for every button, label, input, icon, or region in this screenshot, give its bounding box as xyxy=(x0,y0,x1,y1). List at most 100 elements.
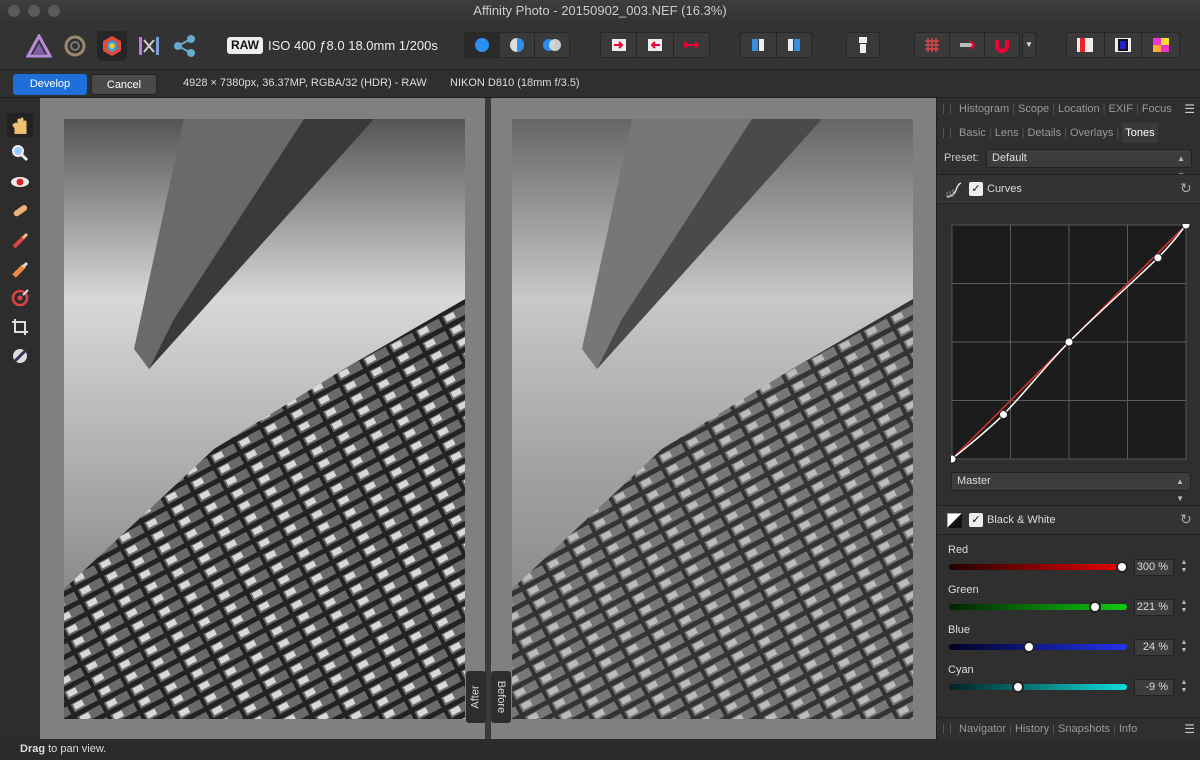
align-right-button[interactable] xyxy=(777,33,812,57)
align-group xyxy=(740,32,812,58)
preset-dropdown[interactable]: Default▲▼ xyxy=(986,149,1192,180)
channel-dropdown[interactable]: Master ▲ ▼ xyxy=(951,472,1191,503)
raw-badge: RAW xyxy=(227,37,263,54)
preset-label: Preset: xyxy=(944,152,979,164)
panel-grip-icon[interactable] xyxy=(943,724,951,734)
curves-checkbox[interactable]: ✓ xyxy=(969,182,983,196)
slider-stepper[interactable]: ▲ ▼ xyxy=(1178,559,1190,576)
slider-stepper[interactable]: ▲ ▼ xyxy=(1178,679,1190,696)
channel-group xyxy=(1066,32,1180,58)
tab-basic[interactable]: Basic xyxy=(959,127,986,139)
gradient-mask-icon[interactable] xyxy=(7,257,33,281)
slider-value-field[interactable]: 300 % xyxy=(1134,559,1174,576)
main-toolbar: RAW ISO 400 ƒ8.0 18.0mm 1/200s ▼ xyxy=(0,22,1200,70)
snapping-dropdown[interactable]: ▼ xyxy=(1022,32,1036,58)
context-toolbar: Develop Cancel 4928 × 7380px, 36.37MP, R… xyxy=(0,70,1200,98)
quick-mask-button[interactable] xyxy=(847,33,879,57)
slider-value-field[interactable]: 24 % xyxy=(1134,639,1174,656)
white-balance-tool-icon[interactable] xyxy=(7,344,33,368)
curves-label: Curves xyxy=(987,183,1022,195)
tab-details[interactable]: Details xyxy=(1027,127,1061,139)
align-left-button[interactable] xyxy=(741,33,777,57)
tab-navigator[interactable]: Navigator xyxy=(959,723,1006,735)
liquify-persona-icon[interactable] xyxy=(60,31,90,61)
panel-grip-icon[interactable] xyxy=(943,128,951,138)
curves-header: ✓ Curves ↻ xyxy=(937,174,1200,204)
slider-knob[interactable] xyxy=(1115,561,1128,573)
photo-persona-icon[interactable] xyxy=(24,31,54,61)
close-window-button[interactable] xyxy=(8,5,20,17)
curve-control-point[interactable] xyxy=(998,410,1008,420)
slider-label: Cyan xyxy=(948,664,974,676)
curve-control-point[interactable] xyxy=(1181,224,1191,230)
panel-menu-icon[interactable]: ☰ xyxy=(1184,102,1195,116)
develop-persona-icon[interactable] xyxy=(97,31,127,61)
hand-tool-icon[interactable] xyxy=(7,113,33,137)
slider-value-field[interactable]: -9 % xyxy=(1134,679,1174,696)
bw-label: Black & White xyxy=(987,514,1056,526)
canvas-area[interactable]: After Before xyxy=(40,98,936,739)
color-channel-button[interactable] xyxy=(1142,33,1179,57)
tab-location[interactable]: Location xyxy=(1058,103,1100,115)
tone-mapping-persona-icon[interactable] xyxy=(134,31,164,61)
top-tab-bar: Histogram | Scope | Location | EXIF | Focus … xyxy=(937,98,1200,120)
tab-overlays[interactable]: Overlays xyxy=(1070,127,1113,139)
zoom-tool-icon[interactable] xyxy=(7,141,33,165)
single-view-button[interactable] xyxy=(465,33,500,57)
before-label: Before xyxy=(491,671,511,723)
overlay-tool-icon[interactable] xyxy=(7,286,33,310)
mirror-view-button[interactable] xyxy=(535,33,569,57)
tab-lens[interactable]: Lens xyxy=(995,127,1019,139)
tab-exif[interactable]: EXIF xyxy=(1109,103,1133,115)
slider-knob[interactable] xyxy=(1088,601,1101,613)
curves-icon xyxy=(946,182,962,198)
slider-knob[interactable] xyxy=(1023,641,1036,653)
zoom-window-button[interactable] xyxy=(48,5,60,17)
curve-control-point[interactable] xyxy=(1064,337,1074,347)
split-view-button[interactable] xyxy=(500,33,535,57)
before-photo xyxy=(512,119,913,719)
tab-info[interactable]: Info xyxy=(1119,723,1137,735)
panel-menu-icon[interactable]: ☰ xyxy=(1184,722,1195,736)
red-channel-button[interactable] xyxy=(1067,33,1105,57)
arrange-left-button[interactable] xyxy=(637,33,674,57)
develop-button[interactable]: Develop xyxy=(13,74,87,95)
split-divider[interactable] xyxy=(485,98,491,739)
arrange-right-button[interactable] xyxy=(601,33,638,57)
bw-checkbox[interactable]: ✓ xyxy=(969,513,983,527)
curve-control-point[interactable] xyxy=(951,454,957,464)
slider-track[interactable] xyxy=(949,601,1127,613)
tab-focus[interactable]: Focus xyxy=(1142,103,1172,115)
blemish-tool-icon[interactable] xyxy=(7,199,33,223)
snap-icon[interactable] xyxy=(950,33,985,57)
slider-label: Green xyxy=(948,584,979,596)
export-persona-icon[interactable] xyxy=(170,31,200,61)
curves-graph[interactable] xyxy=(951,224,1193,464)
slider-stepper[interactable]: ▲ ▼ xyxy=(1178,599,1190,616)
reset-bw-icon[interactable]: ↻ xyxy=(1180,511,1192,528)
slider-track[interactable] xyxy=(949,641,1127,653)
panel-grip-icon[interactable] xyxy=(943,104,951,114)
slider-track[interactable] xyxy=(949,561,1128,573)
slider-value-field[interactable]: 221 % xyxy=(1134,599,1174,616)
grid-icon[interactable] xyxy=(915,33,950,57)
red-eye-tool-icon[interactable] xyxy=(7,170,33,194)
cancel-button[interactable]: Cancel xyxy=(91,74,157,95)
retouch-brush-icon[interactable] xyxy=(7,228,33,252)
slider-stepper[interactable]: ▲ ▼ xyxy=(1178,639,1190,656)
tab-snapshots[interactable]: Snapshots xyxy=(1058,723,1110,735)
tab-history[interactable]: History xyxy=(1015,723,1049,735)
reset-curves-icon[interactable]: ↻ xyxy=(1180,180,1192,197)
arrange-both-button[interactable] xyxy=(674,33,709,57)
minimize-window-button[interactable] xyxy=(28,5,40,17)
slider-track[interactable] xyxy=(949,681,1127,693)
blue-channel-button[interactable] xyxy=(1105,33,1143,57)
tab-histogram[interactable]: Histogram xyxy=(959,103,1009,115)
slider-knob[interactable] xyxy=(1012,681,1025,693)
curve-control-point[interactable] xyxy=(1153,253,1163,263)
tab-tones[interactable]: Tones xyxy=(1122,123,1158,143)
tab-scope[interactable]: Scope xyxy=(1018,103,1049,115)
status-bar: Drag to pan view. xyxy=(0,739,1200,760)
crop-tool-icon[interactable] xyxy=(7,315,33,339)
magnet-icon[interactable] xyxy=(985,33,1019,57)
